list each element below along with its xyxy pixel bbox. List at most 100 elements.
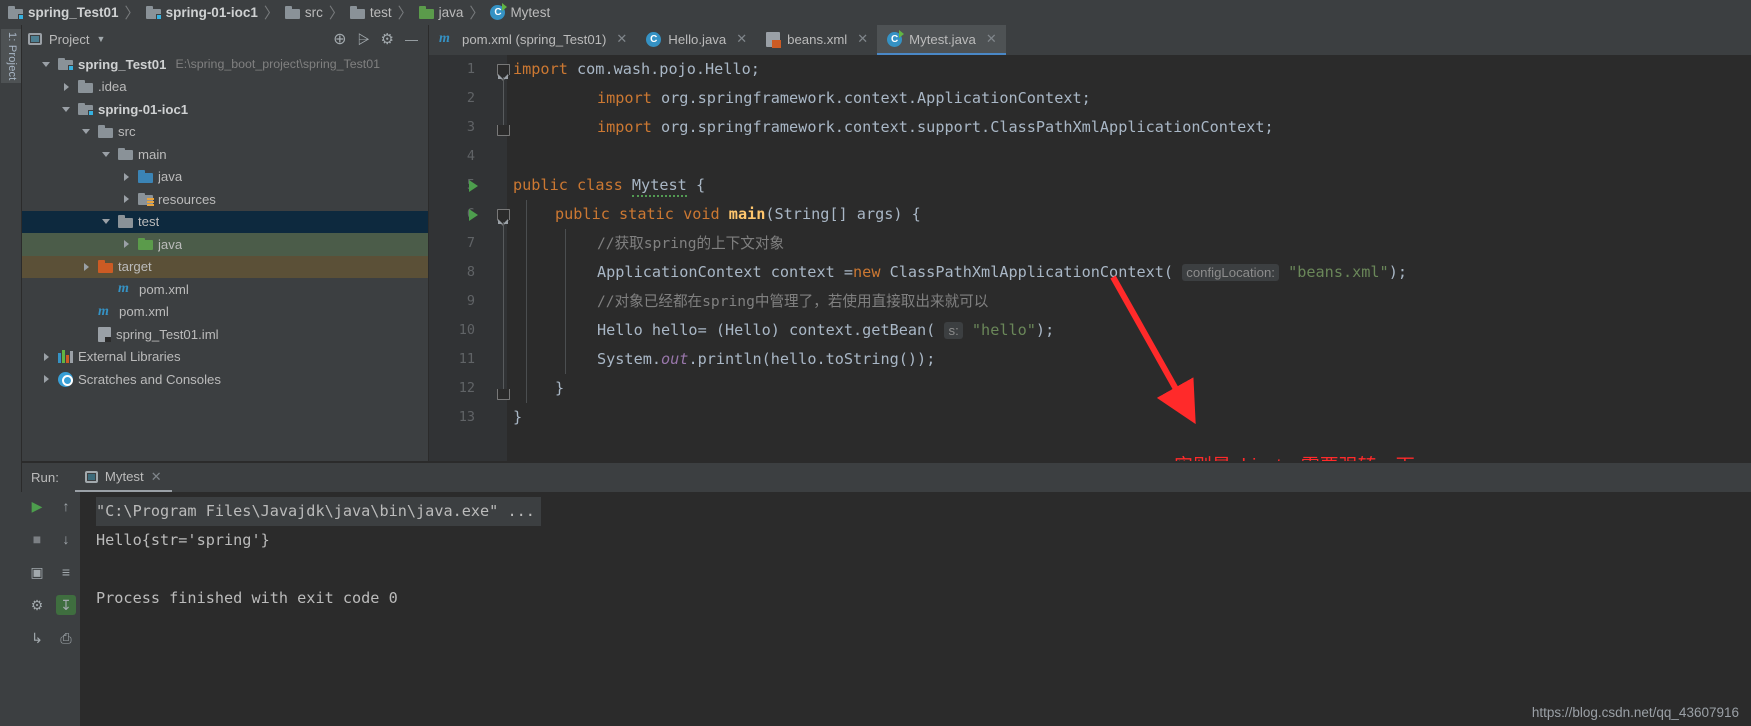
print-icon[interactable]: ⎙ [56,628,76,648]
tree-node-resources[interactable]: resources [22,188,428,211]
tree-node-pom-module[interactable]: m pom.xml [22,278,428,301]
string-literal: "beans.xml" [1288,263,1389,281]
test-source-root-icon [138,237,153,251]
close-icon[interactable]: ✕ [736,31,747,47]
tree-node-target[interactable]: target [22,255,428,278]
breadcrumb-separator: 〉 [397,5,413,22]
chevron-down-icon[interactable] [60,106,72,112]
tree-node-label: resources [158,191,216,207]
code-text[interactable]: import com.wash.pojo.Hello; import org.s… [429,55,1751,461]
breadcrumb-separator: 〉 [328,5,344,22]
tree-node-label: java [158,236,183,252]
project-view-icon [28,33,42,45]
module-folder-icon [78,102,94,117]
tree-node-label: pom.xml [139,281,189,297]
console-line: Process finished with exit code 0 [96,589,398,607]
scroll-to-end-icon[interactable]: ↧ [56,595,76,615]
method-name-main: main [728,205,766,223]
chevron-right-icon[interactable] [40,352,52,361]
chevron-right-icon[interactable] [120,195,132,204]
tree-node-pom-root[interactable]: m pom.xml [22,301,428,324]
rerun-icon[interactable]: ▶ [27,496,47,516]
tree-node-main-java[interactable]: java [22,166,428,189]
breadcrumb-item-spring-test01[interactable]: spring_Test01 [5,0,122,25]
folder-icon [349,6,365,19]
watermark-url: https://blog.csdn.net/qq_43607916 [1531,705,1739,720]
chevron-right-icon[interactable] [80,262,92,271]
stop-icon[interactable]: ■ [27,529,47,549]
soft-wrap-icon[interactable]: ≡ [56,562,76,582]
println-call: System. [597,350,662,368]
project-tree[interactable]: spring_Test01 E:\spring_boot_project\spr… [22,53,428,461]
chevron-down-icon[interactable] [80,129,92,135]
resources-root-icon [138,192,154,206]
tab-mytest-java[interactable]: Mytest.java ✕ [877,25,1006,55]
spring-xml-icon [766,31,782,48]
variable-declaration: ApplicationContext context = [597,263,854,281]
tab-pom-xml[interactable]: m pom.xml (spring_Test01) ✕ [429,25,636,55]
code-editor[interactable]: 1 2 3 4 5 6 7 8 9 10 11 12 13 import com… [429,55,1751,461]
chevron-down-icon[interactable] [40,61,52,67]
collapse-all-icon[interactable]: ⩥ [358,31,370,48]
camera-icon[interactable]: ▣ [27,562,47,582]
tool-window-actions: ⊕ ⩥ ⚙ — [333,29,422,49]
tree-node-spring-01-ioc1[interactable]: spring-01-ioc1 [22,98,428,121]
tab-hello-java[interactable]: Hello.java ✕ [636,25,756,55]
run-console-output[interactable]: "C:\Program Files\Javajdk\java\bin\java.… [80,492,1751,726]
print-bug-icon[interactable]: ⚙ [27,595,47,615]
tree-node-iml[interactable]: spring_Test01.iml [22,323,428,346]
tree-node-idea[interactable]: .idea [22,76,428,99]
breadcrumb-item-java[interactable]: java [416,0,467,25]
tree-node-label: src [118,124,136,140]
breadcrumb-item-mytest[interactable]: Mytest [487,0,553,25]
tree-node-label: .idea [98,79,127,95]
run-config-icon [84,470,98,483]
hide-icon[interactable]: — [405,32,418,47]
breadcrumb-item-src[interactable]: src [282,0,326,25]
close-icon[interactable]: ✕ [616,31,627,47]
rail-button-project[interactable]: 1: Project [1,29,21,84]
chevron-right-icon[interactable] [40,375,52,384]
chevron-right-icon[interactable] [120,172,132,181]
tab-beans-xml[interactable]: beans.xml ✕ [756,25,877,55]
breadcrumb-item-spring-01-ioc1[interactable]: spring-01-ioc1 [143,0,261,25]
scroll-down-icon[interactable]: ↓ [56,529,76,549]
breadcrumb: spring_Test01 〉 spring-01-ioc1 〉 src 〉 t… [0,0,1751,25]
chevron-down-icon[interactable]: ▼ [96,34,105,44]
breadcrumb-item-test[interactable]: test [347,0,395,25]
keyword-new: new [853,263,881,281]
run-tab-mytest[interactable]: Mytest ✕ [74,463,172,492]
export-icon[interactable]: ↳ [27,628,47,648]
tree-node-main[interactable]: main [22,143,428,166]
scroll-up-icon[interactable]: ↑ [56,496,76,516]
import-path: org.springframework.context.ApplicationC… [651,89,1091,107]
chevron-down-icon[interactable] [100,219,112,225]
chevron-right-icon[interactable] [60,82,72,91]
code-line-5: public class Mytest { [513,171,705,200]
chevron-right-icon[interactable] [120,240,132,249]
close-icon[interactable]: ✕ [857,31,868,47]
tree-node-src[interactable]: src [22,121,428,144]
tree-node-label: test [138,214,160,230]
locate-icon[interactable]: ⊕ [333,29,346,49]
tree-node-external-libraries[interactable]: External Libraries [22,346,428,369]
println-args: .println(hello.toString()); [688,350,936,368]
project-tool-window-header: Project ▼ ⊕ ⩥ ⚙ — [22,25,428,53]
tree-node-scratches[interactable]: Scratches and Consoles [22,368,428,391]
keyword-import: import [597,118,652,136]
static-field-out: out [661,350,689,368]
folder-icon [284,6,300,19]
tree-node-test[interactable]: test [22,210,428,233]
tree-node-spring-test01[interactable]: spring_Test01 E:\spring_boot_project\spr… [22,53,428,76]
left-rail-bottom [0,492,22,726]
close-icon[interactable]: ✕ [986,31,997,47]
tree-node-test-java[interactable]: java [22,233,428,256]
settings-gear-icon[interactable]: ⚙ [381,30,394,48]
close-icon[interactable]: ✕ [151,469,162,485]
source-root-icon [138,170,153,183]
tree-node-label: main [138,146,167,162]
code-line-10: Hello hello= (Hello) context.getBean( s:… [597,316,1054,345]
folder-icon [118,147,133,161]
chevron-down-icon[interactable] [100,151,112,157]
maven-icon: m [118,281,129,297]
